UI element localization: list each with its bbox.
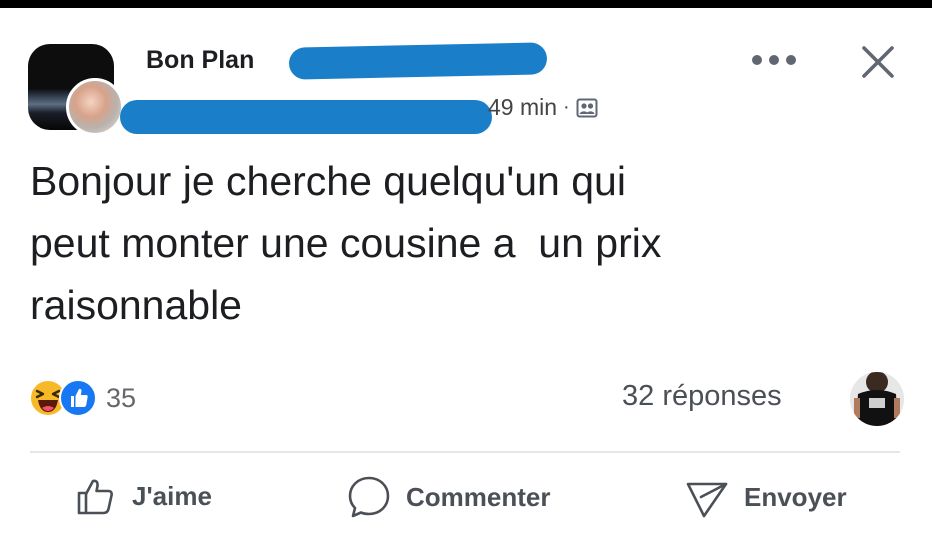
post-meta: 49 min · [488,94,598,121]
divider [30,451,900,453]
author-avatar[interactable] [66,78,124,136]
redaction-mark [288,42,548,80]
like-label: J'aime [132,480,212,511]
replier-avatar-image [850,372,904,426]
post-time[interactable]: 49 min [488,94,557,121]
replies-count[interactable]: 32 réponses [622,380,782,413]
more-dot [752,55,762,65]
replier-avatar[interactable] [850,372,904,426]
more-dot [786,55,796,65]
comment-bubble-icon [348,476,390,518]
send-button[interactable]: Envoyer [684,474,847,520]
like-icon [59,379,97,417]
reactions-summary[interactable]: 35 [28,378,136,418]
meta-separator: · [563,96,570,118]
reaction-count: 35 [106,382,137,413]
like-button[interactable]: J'aime [74,474,212,518]
group-name[interactable]: Bon Plan [146,46,254,75]
close-icon[interactable] [856,40,900,84]
group-audience-icon [576,98,598,117]
more-options-button[interactable] [752,48,796,72]
send-arrow-icon [686,482,728,518]
top-edge-bar [0,0,932,8]
redaction-mark [120,100,492,134]
thumbs-up-icon [77,479,113,515]
send-label: Envoyer [744,481,847,512]
post-text: Bonjour je cherche quelqu'un qui peut mo… [30,158,662,328]
comment-button[interactable]: Commenter [346,474,550,520]
more-dot [769,55,779,65]
comment-label: Commenter [406,481,551,512]
